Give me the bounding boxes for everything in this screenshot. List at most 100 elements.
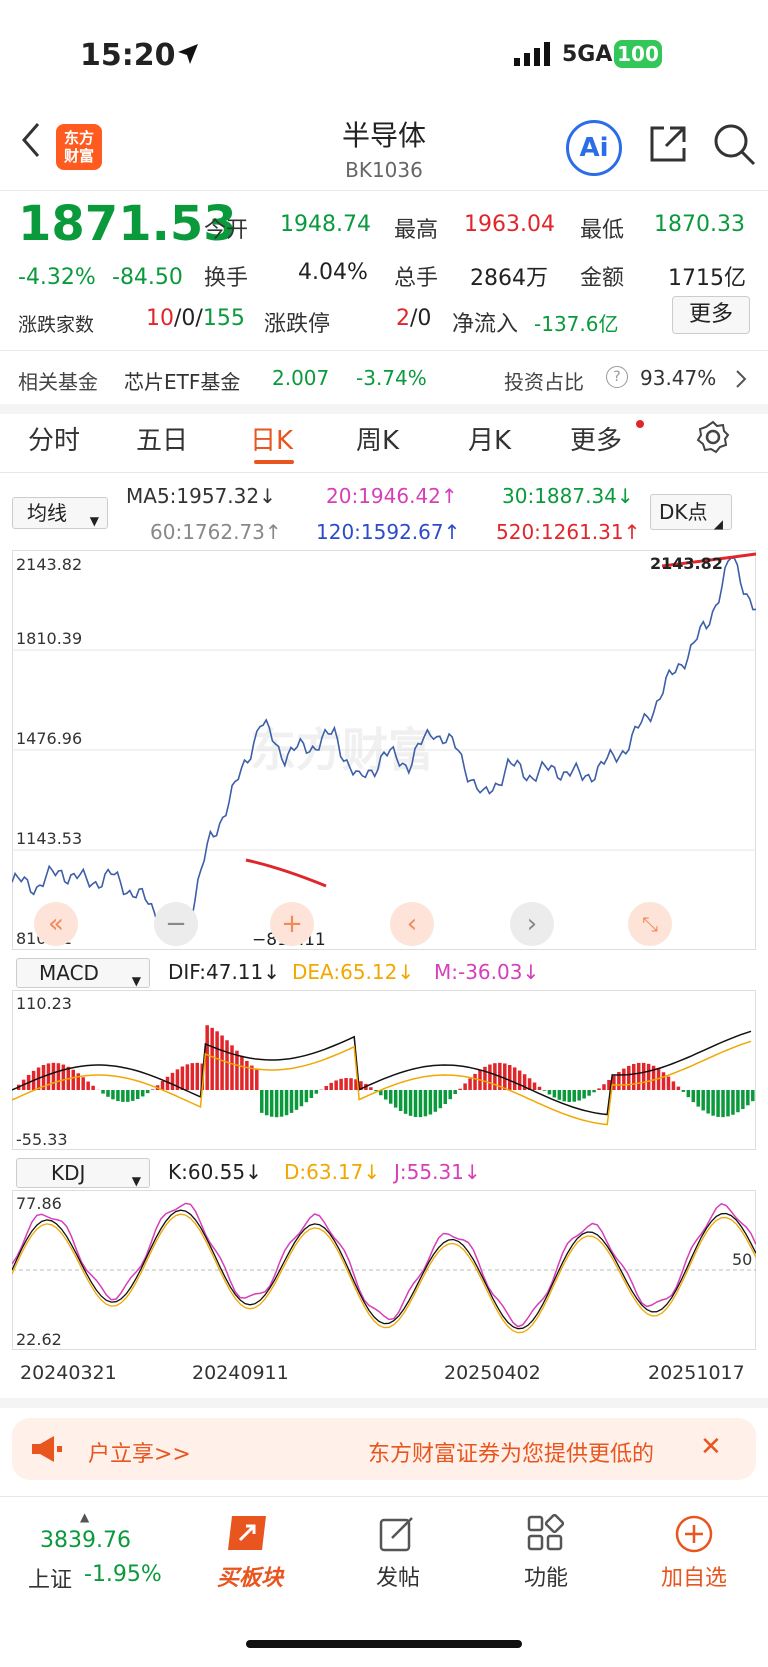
tab-more[interactable]: 更多 — [570, 420, 622, 457]
macd-bar — [731, 1090, 735, 1115]
macd-bar — [691, 1090, 696, 1103]
macd-bar — [304, 1090, 309, 1103]
macd-bar — [557, 1090, 562, 1100]
macd-bar — [71, 1069, 76, 1090]
compose-icon[interactable] — [378, 1514, 418, 1554]
kdj-j: J:55.31↓ — [394, 1160, 481, 1184]
macd-plot — [12, 1025, 755, 1126]
tab-intraday[interactable]: 分时 — [28, 420, 80, 457]
zoom-out-icon[interactable]: − — [154, 902, 198, 946]
fund-name[interactable]: 芯片ETF基金 — [124, 366, 240, 395]
x-axis-label: 20240911 — [192, 1362, 289, 1384]
macd-bar — [641, 1062, 646, 1090]
tab-weekly-k[interactable]: 周K — [356, 420, 399, 457]
kdj-select[interactable]: KDJ ▼ — [16, 1158, 150, 1188]
macd-bar — [468, 1078, 472, 1090]
macd-bar — [106, 1090, 110, 1097]
dropdown-arrow-icon: ◢ — [713, 517, 723, 531]
more-button[interactable]: 更多 — [672, 296, 750, 334]
macd-bar — [741, 1090, 745, 1110]
macd-bar — [547, 1090, 552, 1095]
nav-post[interactable]: 发帖 — [338, 1560, 458, 1592]
gear-icon[interactable] — [696, 420, 730, 454]
scroll-left-icon[interactable]: ‹ — [390, 902, 434, 946]
macd-bar — [736, 1090, 740, 1113]
macd-bar — [81, 1077, 85, 1090]
nav-add-watchlist[interactable]: 加自选 — [634, 1560, 754, 1592]
status-time: 15:20 — [80, 38, 176, 73]
fullscreen-icon[interactable]: ⤡ — [628, 902, 672, 946]
macd-select[interactable]: MACD ▼ — [16, 958, 150, 988]
macd-bar — [334, 1080, 338, 1090]
nav-functions[interactable]: 功能 — [486, 1560, 606, 1592]
ma5-value: MA5:1957.32↓ — [126, 484, 276, 508]
macd-bar — [349, 1078, 353, 1090]
expand-arrow-icon[interactable]: ▲ — [80, 1510, 89, 1524]
dk-point-label: DK点 — [659, 500, 708, 524]
macd-bar — [294, 1090, 299, 1110]
scroll-right-icon[interactable]: › — [510, 902, 554, 946]
search-icon[interactable] — [712, 122, 758, 168]
breadth-up: 10 — [146, 306, 174, 331]
signal-icon — [514, 42, 550, 66]
macd-bar — [622, 1068, 626, 1090]
functions-icon[interactable] — [526, 1514, 566, 1554]
add-watchlist-icon[interactable] — [674, 1514, 714, 1554]
battery-indicator: 100 — [614, 40, 662, 68]
tab-daily-k[interactable]: 日K — [250, 420, 293, 457]
limit-down: 0 — [417, 306, 432, 331]
share-icon[interactable] — [646, 122, 690, 166]
close-icon[interactable]: ✕ — [700, 1432, 722, 1462]
ma60-value: 60:1762.73↑ — [150, 520, 282, 544]
buy-sector-icon[interactable] — [226, 1512, 272, 1554]
macd-bar — [398, 1090, 403, 1112]
macd-bar — [696, 1090, 700, 1107]
breadth-down: 155 — [202, 306, 245, 331]
macd-bar — [562, 1090, 567, 1102]
ratio-label: 投资占比 — [504, 370, 584, 394]
nav-buy-sector[interactable]: 买板块 — [190, 1560, 310, 1592]
macd-bar — [101, 1090, 105, 1094]
limit-values: 2/0 — [396, 306, 432, 331]
macd-select-label: MACD — [39, 961, 99, 985]
macd-bar — [61, 1064, 66, 1090]
macd-bar — [532, 1082, 537, 1090]
macd-bar — [701, 1090, 705, 1111]
macd-bar — [716, 1090, 720, 1117]
macd-bar — [269, 1090, 274, 1117]
price-line-chart — [12, 552, 756, 934]
macd-bar — [339, 1078, 343, 1090]
macd-bar — [686, 1090, 691, 1098]
zoom-in-icon[interactable]: + — [270, 902, 314, 946]
breadth-values: 10/0/155 — [146, 306, 245, 331]
indicator-select[interactable]: 均线 ▼ — [12, 497, 108, 529]
macd-bar — [512, 1067, 517, 1090]
rewind-icon[interactable]: « — [34, 902, 78, 946]
macd-bar — [423, 1090, 428, 1117]
netflow-label: 净流入 — [452, 312, 519, 337]
macd-bar — [542, 1090, 547, 1091]
ai-assistant-button[interactable]: Ai — [566, 120, 622, 176]
low-label: 最低 — [580, 218, 625, 243]
macd-bar — [111, 1090, 115, 1100]
macd-bar — [751, 1090, 755, 1102]
dk-point-select[interactable]: DK点 ◢ — [650, 494, 732, 531]
breadth-flat: 0 — [181, 306, 196, 331]
macd-bar — [721, 1090, 725, 1118]
macd-bar — [289, 1090, 294, 1113]
macd-bar — [170, 1072, 175, 1090]
macd-bar — [413, 1090, 418, 1117]
ma120-value: 120:1592.67↑ — [316, 520, 461, 544]
macd-bar — [255, 1069, 259, 1090]
tab-five-day[interactable]: 五日 — [136, 420, 188, 457]
chevron-right-icon[interactable] — [734, 368, 748, 390]
tab-monthly-k[interactable]: 月K — [468, 420, 511, 457]
kdj-y-top: 77.86 — [16, 1194, 62, 1213]
macd-bar — [136, 1090, 140, 1100]
ma520-value: 520:1261.31↑ — [496, 520, 641, 544]
limit-up: 2 — [396, 306, 410, 331]
macd-y-top: 110.23 — [16, 994, 72, 1013]
macd-bar — [344, 1078, 348, 1090]
help-icon[interactable]: ? — [606, 366, 628, 388]
macd-bar — [408, 1090, 413, 1116]
